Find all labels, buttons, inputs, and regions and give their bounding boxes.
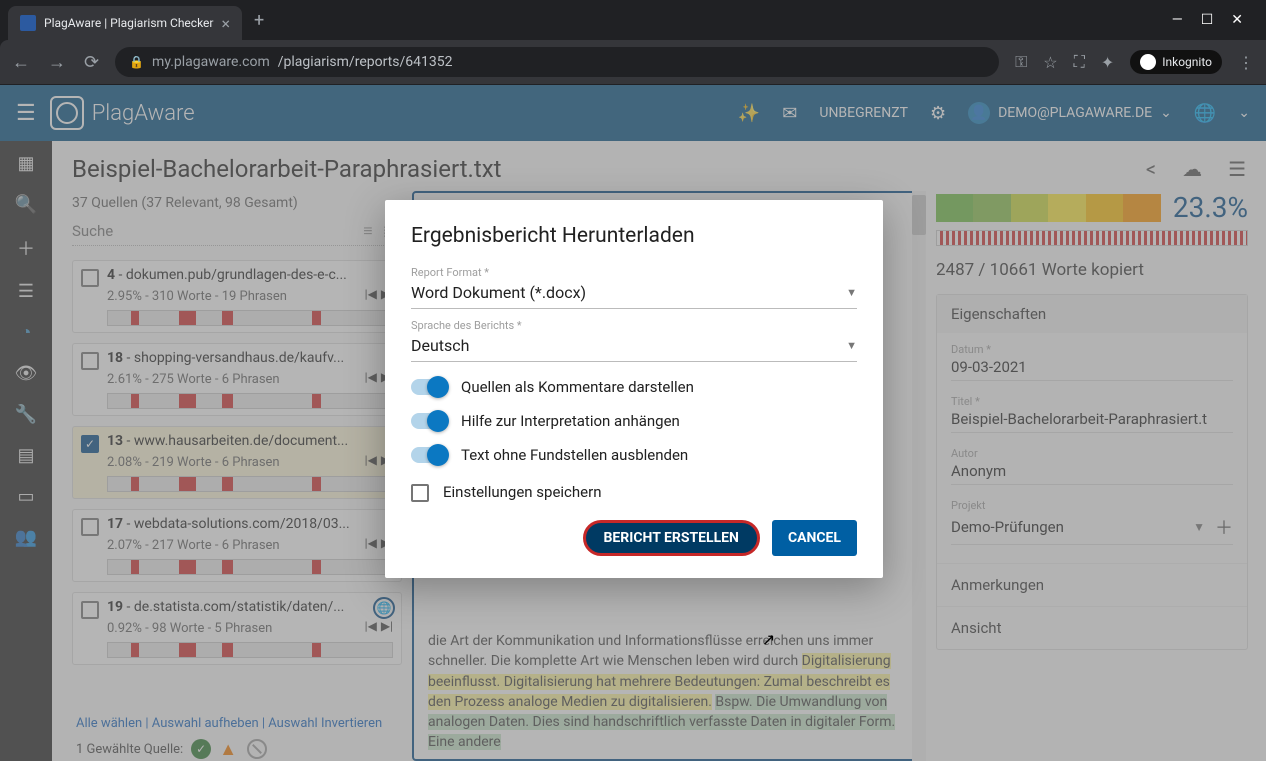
extensions-icon[interactable]: ✦ — [1101, 53, 1114, 72]
fullscreen-icon[interactable]: ⛶ — [1074, 52, 1085, 72]
back-icon[interactable]: ← — [12, 52, 30, 73]
toggle-hide-unmatched[interactable] — [411, 447, 447, 463]
chevron-down-icon: ▼ — [846, 339, 857, 352]
url-path: /plagiarism/reports/641352 — [278, 54, 453, 70]
toggle-label: Hilfe zur Interpretation anhängen — [461, 412, 680, 430]
forward-icon[interactable]: → — [48, 52, 66, 73]
download-report-modal: Ergebnisbericht Herunterladen Report For… — [385, 200, 883, 578]
close-tab-icon[interactable]: × — [221, 14, 230, 33]
cancel-button[interactable]: CANCEL — [772, 520, 857, 556]
toggle-label: Text ohne Fundstellen ausblenden — [461, 446, 688, 464]
inkognito-icon — [1140, 54, 1156, 70]
toggle-sources-as-comments[interactable] — [411, 379, 447, 395]
favicon — [20, 15, 36, 31]
url-host: my.plagaware.com — [152, 54, 270, 70]
tab-title: PlagAware | Plagiarism Checker — [44, 16, 213, 30]
format-select[interactable]: Word Dokument (*.docx) ▼ — [411, 279, 857, 309]
cursor-icon — [762, 630, 775, 649]
browser-menu-icon[interactable]: ⋮ — [1238, 53, 1254, 72]
bookmark-icon[interactable]: ☆ — [1043, 53, 1057, 72]
minimize-icon[interactable]: — — [1172, 12, 1183, 28]
inkognito-badge: Inkognito — [1130, 50, 1222, 74]
toggle-label: Quellen als Kommentare darstellen — [461, 378, 694, 396]
checkbox-label: Einstellungen speichern — [443, 483, 602, 501]
create-report-button[interactable]: BERICHT ERSTELLEN — [583, 520, 760, 556]
language-select[interactable]: Deutsch ▼ — [411, 332, 857, 362]
new-tab-button[interactable]: + — [254, 10, 264, 31]
save-settings-checkbox[interactable] — [411, 484, 429, 502]
close-window-icon[interactable]: ✕ — [1231, 12, 1243, 28]
language-label: Sprache des Berichts * — [411, 319, 857, 332]
browser-tab[interactable]: PlagAware | Plagiarism Checker × — [8, 6, 242, 40]
lock-icon: 🔒 — [129, 55, 144, 69]
modal-title: Ergebnisbericht Herunterladen — [411, 224, 857, 248]
reload-icon[interactable]: ⟳ — [84, 52, 99, 73]
toggle-interpretation-help[interactable] — [411, 413, 447, 429]
format-label: Report Format * — [411, 266, 857, 279]
maximize-icon[interactable]: ☐ — [1201, 12, 1214, 28]
address-bar[interactable]: 🔒 my.plagaware.com/plagiarism/reports/64… — [115, 47, 999, 77]
chevron-down-icon: ▼ — [846, 286, 857, 299]
key-icon[interactable]: ⚿ — [1015, 52, 1027, 72]
